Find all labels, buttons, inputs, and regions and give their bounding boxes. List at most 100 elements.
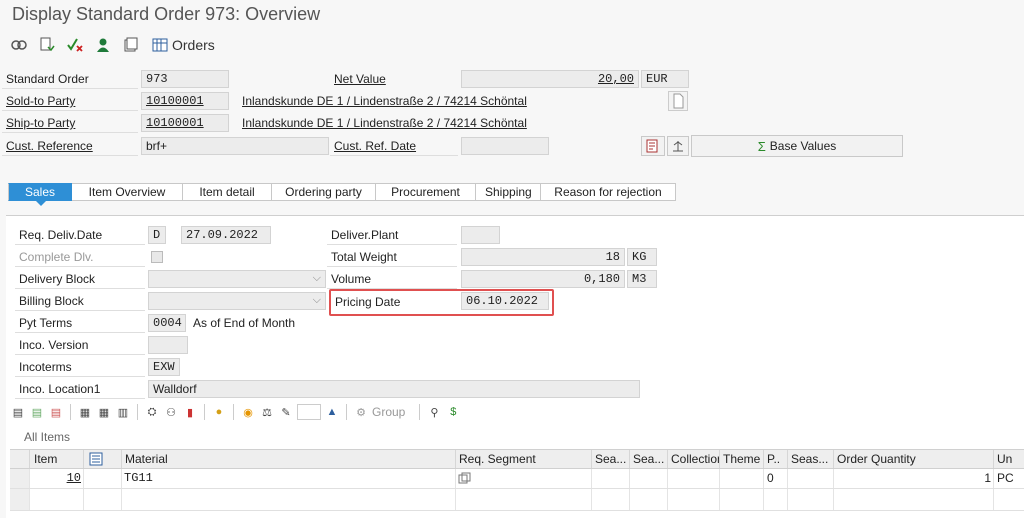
cell-season-year[interactable] xyxy=(788,489,834,510)
inco-version-field[interactable] xyxy=(148,336,188,354)
pricing-date-field[interactable]: 06.10.2022 xyxy=(461,292,549,310)
table-row[interactable]: 10 TG11 0 1 PC xyxy=(10,469,1024,489)
pricing-icon[interactable]: $ xyxy=(445,404,461,420)
sold-to-party-field[interactable]: 10100001 xyxy=(141,92,229,110)
partner-icon[interactable]: ⚇ xyxy=(163,404,179,420)
volume-label: Volume xyxy=(327,270,457,289)
cell-material[interactable] xyxy=(122,489,456,510)
tab-procurement[interactable]: Procurement xyxy=(376,183,476,201)
deliver-plant-label: Deliver.Plant xyxy=(327,226,457,245)
inco-location-field[interactable]: Walldorf xyxy=(148,380,640,398)
row-selector[interactable] xyxy=(10,469,30,488)
cell-order-quantity[interactable] xyxy=(834,489,994,510)
print-preview-icon[interactable] xyxy=(120,35,142,55)
cell-req-segment[interactable] xyxy=(456,469,592,488)
cust-ref-date-field[interactable] xyxy=(461,137,549,155)
cell-material[interactable]: TG11 xyxy=(122,469,456,488)
cell-season-2[interactable] xyxy=(630,489,668,510)
col-theme[interactable]: Theme xyxy=(720,450,764,468)
cell-season-1[interactable] xyxy=(592,469,630,488)
cell-collection[interactable] xyxy=(668,469,720,488)
col-item[interactable]: Item xyxy=(30,450,84,468)
cell-p[interactable] xyxy=(764,489,788,510)
cell-req-segment[interactable] xyxy=(456,489,592,510)
cell-season-2[interactable] xyxy=(630,469,668,488)
product-selection-icon[interactable]: ● xyxy=(211,404,227,420)
business-partner-icon[interactable] xyxy=(92,35,114,55)
display-document-flow-icon[interactable] xyxy=(8,35,30,55)
req-deliv-date-field[interactable]: 27.09.2022 xyxy=(181,226,271,244)
delivery-block-dropdown[interactable]: ⌵ xyxy=(148,270,326,288)
row-selector[interactable] xyxy=(10,489,30,510)
pyt-terms-text: As of End of Month xyxy=(193,316,296,330)
col-req-segment[interactable]: Req. Segment xyxy=(456,450,592,468)
pyt-terms-field[interactable]: 0004 xyxy=(148,314,186,332)
group-label[interactable]: Group xyxy=(372,405,405,419)
col-unit[interactable]: Un xyxy=(994,450,1024,468)
sold-to-party-text[interactable]: Inlandskunde DE 1 / Lindenstraße 2 / 742… xyxy=(242,92,527,111)
tab-reason-for-rejection[interactable]: Reason for rejection xyxy=(541,183,676,201)
cell-item[interactable] xyxy=(30,489,84,510)
select-block-icon[interactable]: ▥ xyxy=(115,404,131,420)
select-all-icon[interactable]: ▦ xyxy=(77,404,93,420)
cell-theme[interactable] xyxy=(720,489,764,510)
tab-item-detail[interactable]: Item detail xyxy=(183,183,272,201)
cell-season-1[interactable] xyxy=(592,489,630,510)
ship-to-party-field[interactable]: 10100001 xyxy=(141,114,229,132)
incoterms-field[interactable]: EXW xyxy=(148,358,180,376)
tab-item-overview[interactable]: Item Overview xyxy=(72,183,183,201)
ship-to-party-label[interactable]: Ship-to Party xyxy=(2,114,138,133)
net-value-text: 20,00 xyxy=(597,72,634,86)
item-conditions-icon[interactable]: ⚖ xyxy=(259,404,275,420)
schedule-lines-icon[interactable]: ▮ xyxy=(182,404,198,420)
application-toolbar: Orders xyxy=(8,34,215,56)
group-icon[interactable]: ⚙ xyxy=(353,404,369,420)
item-details-icon[interactable]: ▤ xyxy=(10,404,26,420)
complete-dlv-checkbox[interactable] xyxy=(151,251,163,263)
insert-row-icon[interactable]: ▤ xyxy=(29,404,45,420)
col-season-2[interactable]: Sea... xyxy=(630,450,668,468)
cell-theme[interactable] xyxy=(720,469,764,488)
cell-collection[interactable] xyxy=(668,489,720,510)
table-row[interactable] xyxy=(10,489,1024,511)
row-selector-header[interactable] xyxy=(10,450,30,468)
document-icon-button[interactable] xyxy=(668,91,688,111)
scales-button[interactable] xyxy=(667,136,689,156)
availability-check-icon[interactable]: ◉ xyxy=(240,404,256,420)
display-status-icon[interactable] xyxy=(36,35,58,55)
orders-button[interactable]: Orders xyxy=(152,37,215,53)
billing-block-dropdown[interactable]: ⌵ xyxy=(148,292,326,310)
sort-icon[interactable]: ▲ xyxy=(324,404,340,420)
tab-sales[interactable]: Sales xyxy=(8,183,72,201)
sold-to-party-label[interactable]: Sold-to Party xyxy=(2,92,138,111)
delete-row-icon[interactable]: ▤ xyxy=(48,404,64,420)
col-season-year[interactable]: Seas... xyxy=(788,450,834,468)
col-p[interactable]: P.. xyxy=(764,450,788,468)
col-season-1[interactable]: Sea... xyxy=(592,450,630,468)
col-settings[interactable] xyxy=(84,450,122,468)
tab-shipping[interactable]: Shipping xyxy=(476,183,541,201)
cell-item[interactable]: 10 xyxy=(30,469,84,488)
filter-icon[interactable]: ⚲ xyxy=(426,404,442,420)
pricing-conditions-button[interactable] xyxy=(641,136,665,156)
deselect-all-icon[interactable]: ▦ xyxy=(96,404,112,420)
tab-ordering-party[interactable]: Ordering party xyxy=(272,183,376,201)
req-deliv-date-type-field[interactable]: D xyxy=(148,226,166,244)
net-value-field: 20,00 xyxy=(461,70,639,88)
cell-unit[interactable]: PC xyxy=(994,469,1024,488)
col-order-quantity[interactable]: Order Quantity xyxy=(834,450,994,468)
cell-unit[interactable] xyxy=(994,489,1024,510)
edit-icon[interactable]: ✎ xyxy=(278,404,294,420)
col-material[interactable]: Material xyxy=(122,450,456,468)
cell-season-year[interactable] xyxy=(788,469,834,488)
deliver-plant-field[interactable] xyxy=(461,226,500,244)
col-collection[interactable]: Collection xyxy=(668,450,720,468)
ship-to-party-text[interactable]: Inlandskunde DE 1 / Lindenstraße 2 / 742… xyxy=(242,114,527,133)
cust-reference-field[interactable]: brf+ xyxy=(141,137,329,155)
cell-p[interactable]: 0 xyxy=(764,469,788,488)
configuration-icon[interactable]: ⛭ xyxy=(144,404,160,420)
grid-input-field[interactable] xyxy=(297,404,321,420)
cell-order-quantity[interactable]: 1 xyxy=(834,469,994,488)
check-cancel-icon[interactable] xyxy=(64,35,86,55)
base-values-button[interactable]: Σ Base Values xyxy=(691,135,903,157)
